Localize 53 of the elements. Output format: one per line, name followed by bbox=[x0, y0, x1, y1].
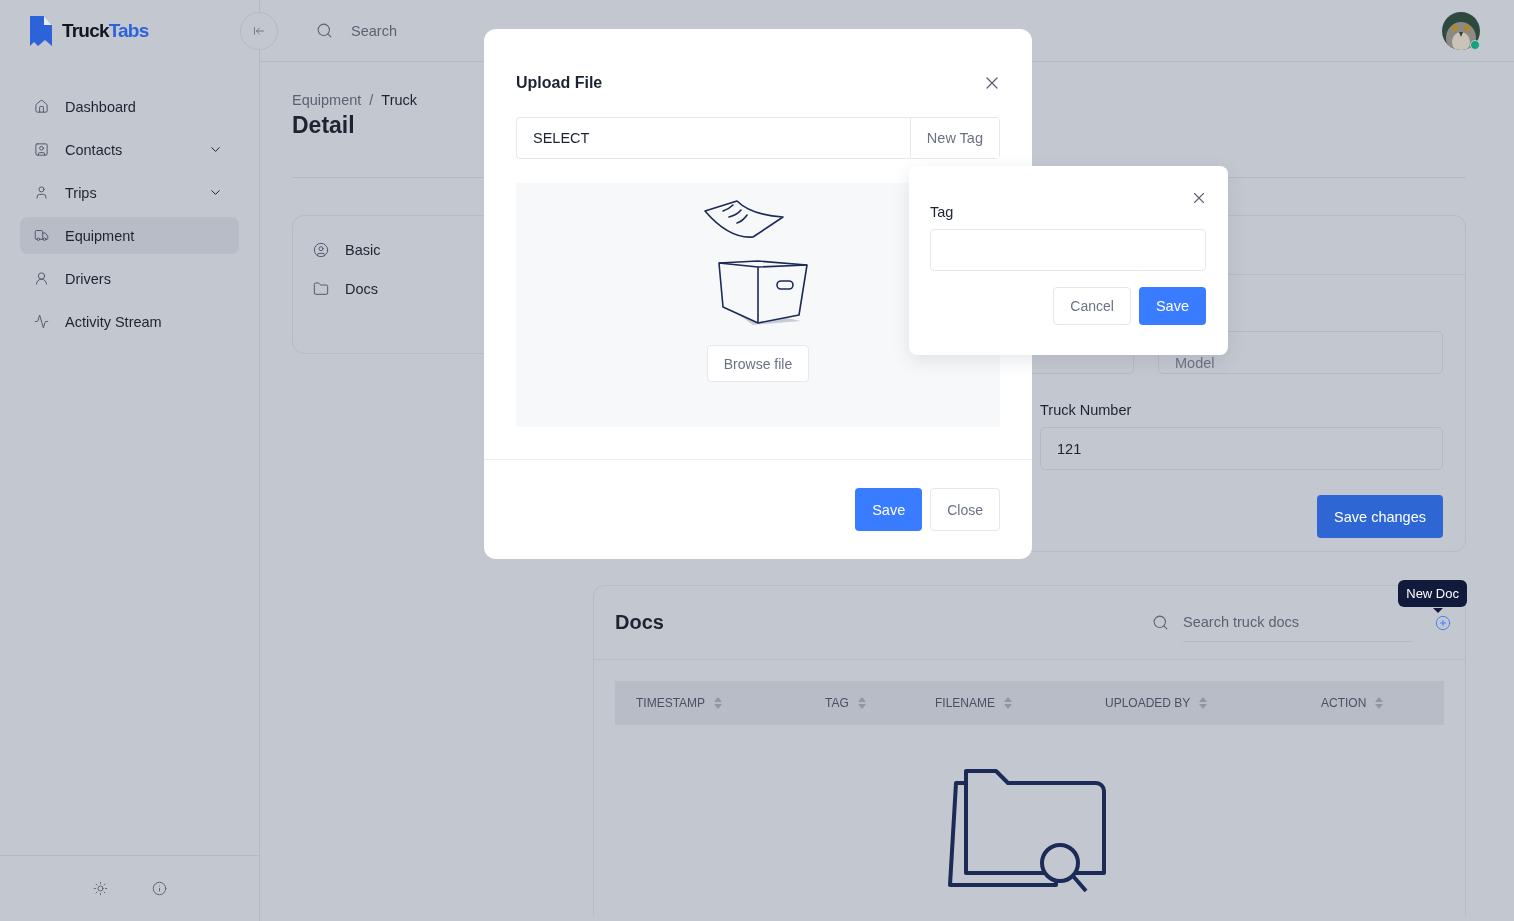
tooltip-arrow-icon bbox=[1433, 608, 1443, 613]
sort-icon[interactable] bbox=[1004, 697, 1012, 709]
arrow-left-to-line-icon bbox=[253, 25, 265, 37]
breadcrumb-separator: / bbox=[369, 92, 374, 108]
sidebar-item[interactable]: Trips bbox=[20, 174, 239, 211]
field-label: Tag bbox=[930, 204, 955, 220]
sidebar-item[interactable]: Dashboard bbox=[20, 88, 239, 125]
save-button[interactable]: Save bbox=[1138, 287, 1206, 325]
breadcrumb-item: Truck bbox=[381, 92, 418, 108]
search-icon bbox=[1152, 614, 1169, 631]
sidebar-item[interactable]: Drivers bbox=[20, 260, 239, 297]
section-title: Docs bbox=[615, 611, 665, 634]
truck-number-field[interactable]: 121 bbox=[1040, 427, 1443, 470]
folder-icon bbox=[313, 281, 329, 297]
contact-card-icon bbox=[34, 142, 49, 157]
info-icon[interactable] bbox=[151, 881, 167, 896]
page-title: Detail bbox=[292, 112, 355, 139]
cancel-button[interactable]: Close bbox=[930, 488, 1000, 531]
search-field[interactable]: Search bbox=[351, 22, 397, 39]
sidebar-item[interactable]: Activity Stream bbox=[20, 303, 239, 340]
column-header[interactable]: TAG bbox=[825, 696, 849, 710]
sort-icon[interactable] bbox=[714, 697, 723, 709]
column-header[interactable]: UPLOADED BY bbox=[1105, 696, 1191, 710]
sidebar-item[interactable]: Equipment bbox=[20, 217, 239, 254]
section-menu-item[interactable]: Basic bbox=[313, 242, 551, 258]
sort-icon[interactable] bbox=[1375, 697, 1384, 709]
search-icon bbox=[316, 22, 333, 39]
home-icon bbox=[34, 99, 49, 114]
section-menu-item[interactable]: Docs bbox=[313, 281, 551, 297]
cancel-button[interactable]: Cancel bbox=[1053, 287, 1131, 325]
browse-file-button[interactable]: Browse file bbox=[706, 345, 810, 382]
sidebar-item[interactable]: Contacts bbox=[20, 131, 239, 168]
sort-icon[interactable] bbox=[857, 697, 866, 709]
dialog-title: Upload File bbox=[516, 73, 603, 92]
truck-icon bbox=[34, 228, 49, 243]
person-icon bbox=[34, 185, 49, 200]
add-icon[interactable] bbox=[1435, 614, 1451, 631]
tag-input-field[interactable] bbox=[930, 229, 1206, 271]
save-changes-button[interactable]: Save changes bbox=[1317, 495, 1443, 538]
sun-icon[interactable] bbox=[92, 881, 108, 896]
field-label: Truck Number bbox=[1040, 402, 1133, 418]
tooltip: New Doc bbox=[1398, 580, 1467, 607]
save-button[interactable]: Save bbox=[855, 488, 923, 531]
collapse-sidebar-button[interactable] bbox=[240, 12, 278, 50]
person-icon bbox=[34, 271, 49, 286]
column-header[interactable]: ACTION bbox=[1321, 696, 1367, 710]
pulse-icon bbox=[34, 314, 49, 329]
breadcrumb-item[interactable]: Equipment bbox=[292, 92, 362, 108]
user-circle-icon bbox=[313, 242, 329, 258]
logo-text: TruckTabs bbox=[62, 20, 149, 42]
column-header[interactable]: TIMESTAMP bbox=[636, 696, 706, 710]
column-header[interactable]: FILENAME bbox=[935, 696, 995, 710]
sort-icon[interactable] bbox=[1199, 697, 1208, 709]
